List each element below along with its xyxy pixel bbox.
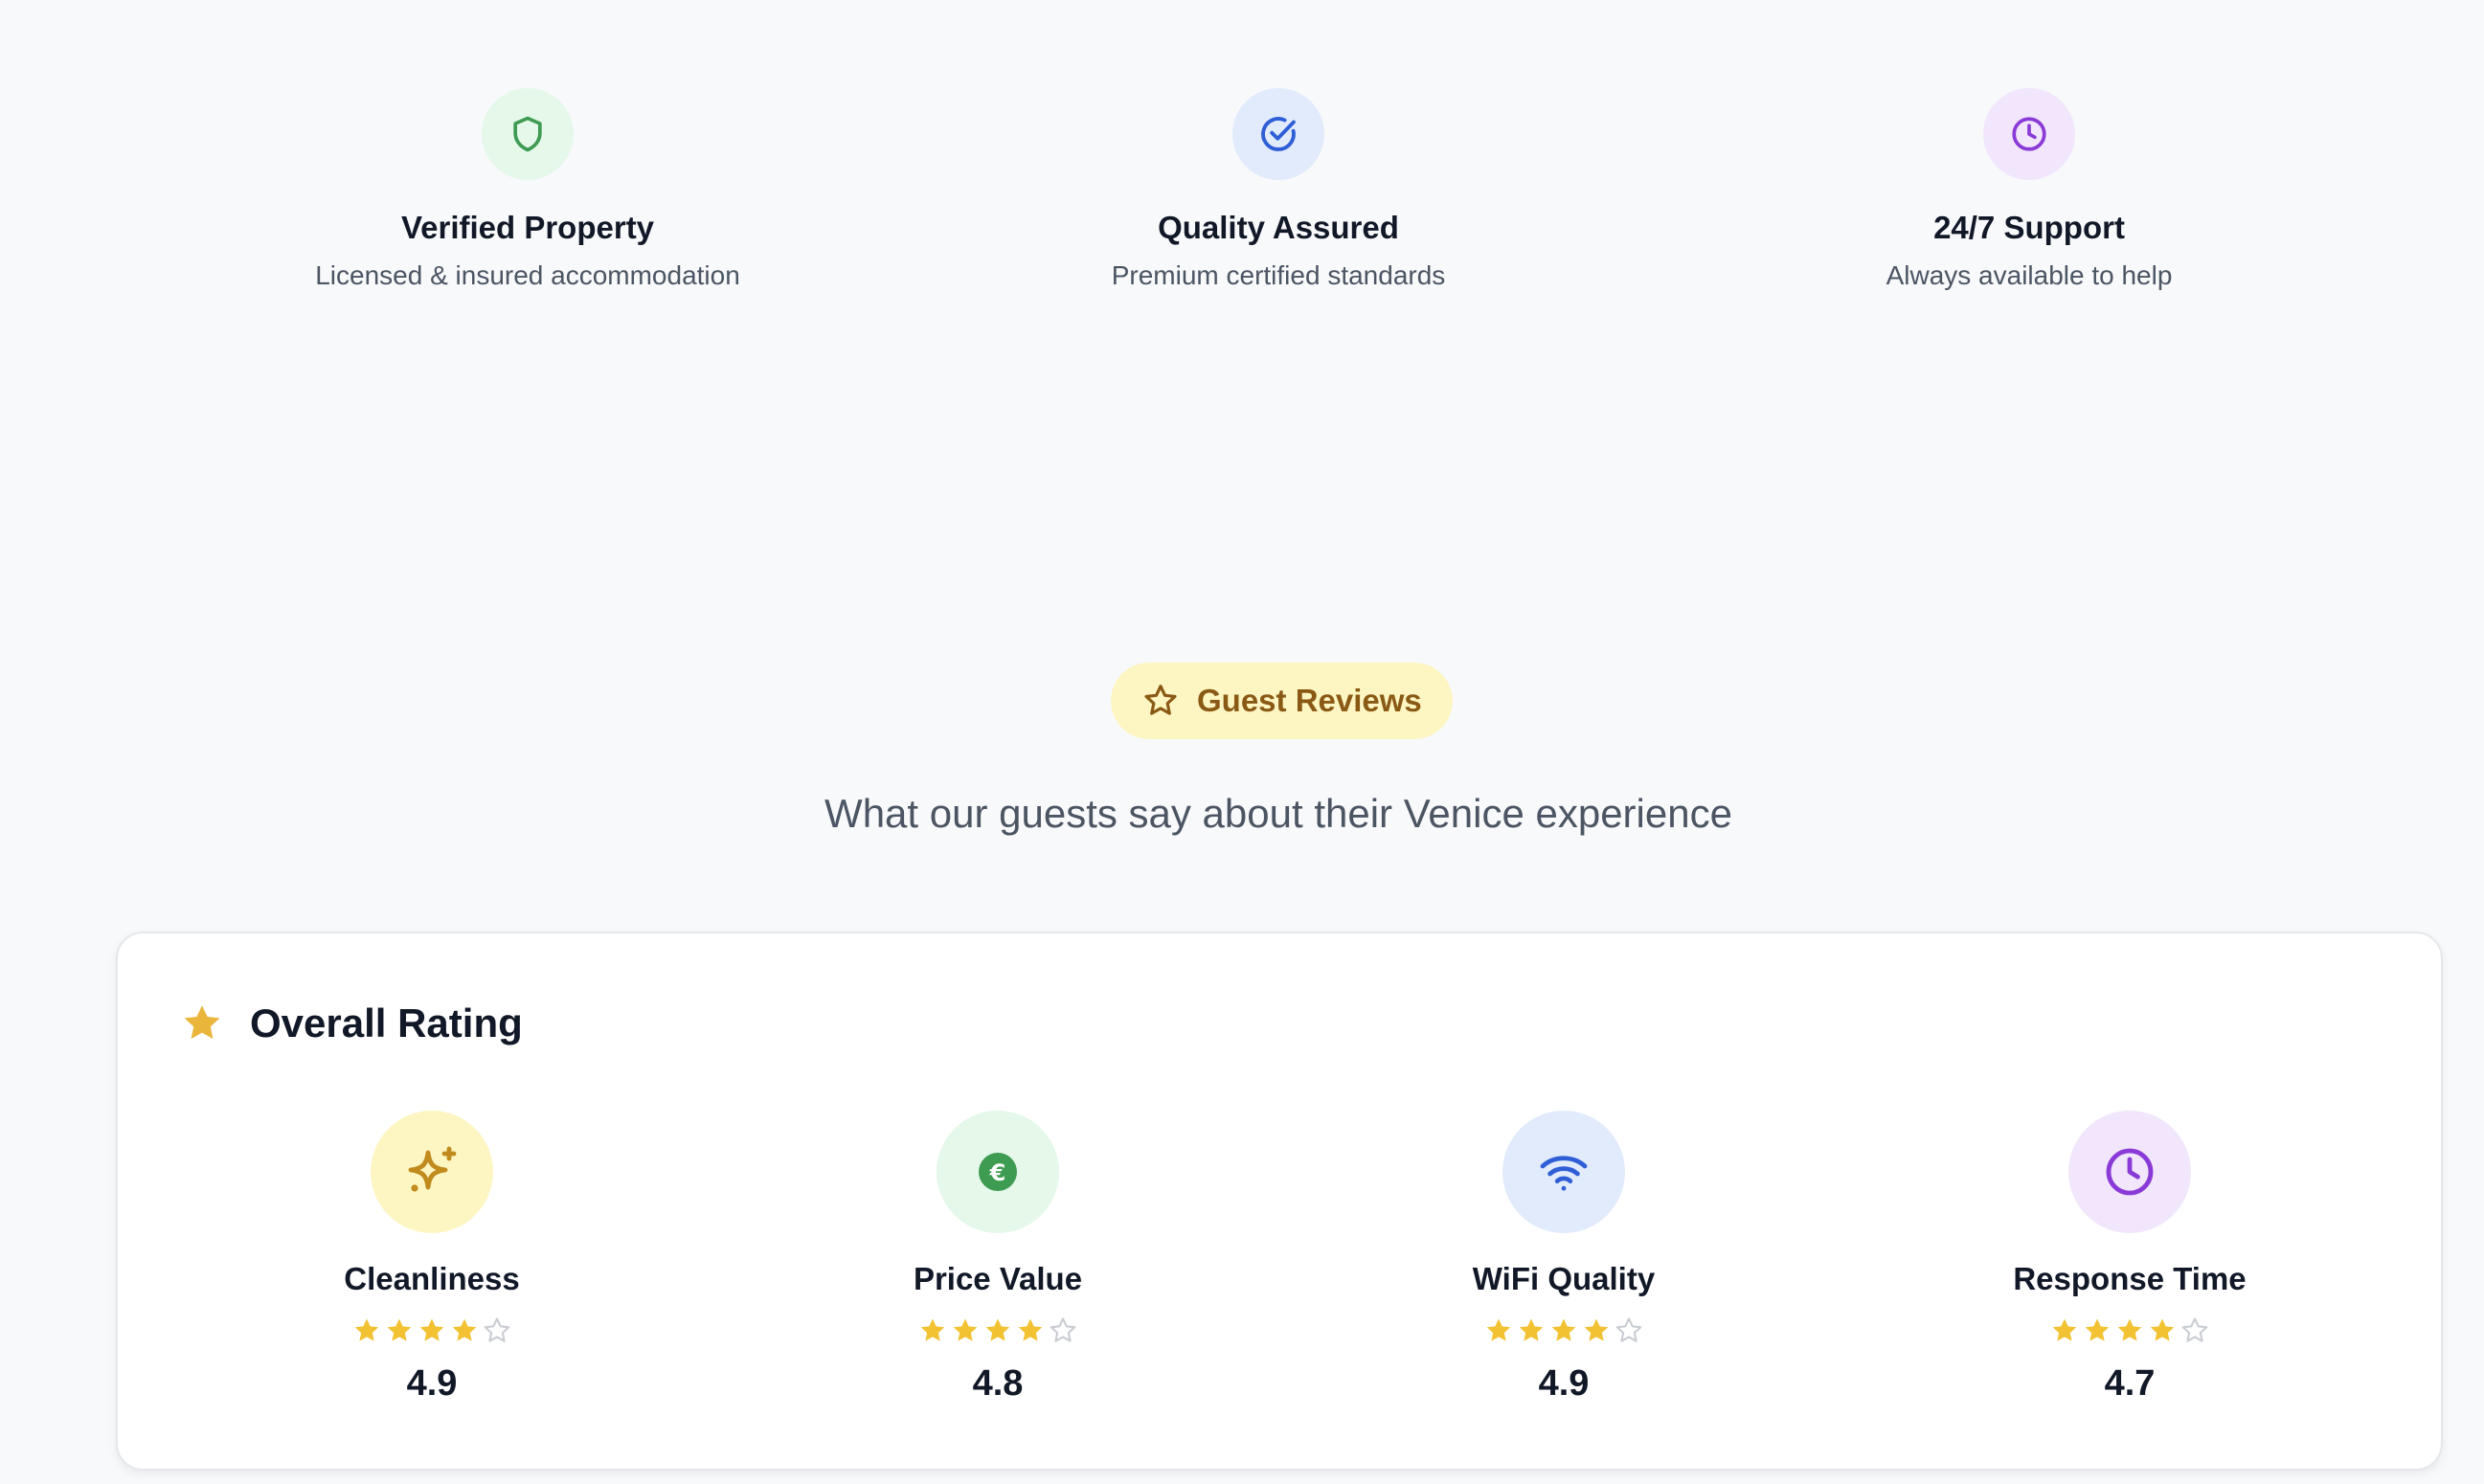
metric-label: Response Time — [2013, 1261, 2247, 1296]
star-rating — [1890, 1315, 2369, 1348]
metric-cleanliness: Cleanliness 4.9 — [192, 1111, 671, 1405]
star-filled-icon — [452, 1318, 477, 1341]
sparkle-icon — [371, 1111, 493, 1233]
star-filled-icon — [354, 1318, 379, 1341]
star-filled-icon — [2150, 1318, 2175, 1341]
star-rating — [758, 1315, 1237, 1348]
shield-icon — [482, 88, 574, 180]
star-filled-icon — [1551, 1318, 1576, 1341]
metric-price-value: € Price Value 4.8 — [758, 1111, 1237, 1405]
guest-reviews-badge: Guest Reviews — [1111, 663, 1453, 739]
feature-support: 24/7 Support Always available to help — [1684, 88, 2374, 293]
star-outline-icon — [1144, 685, 1177, 715]
trust-features: Verified Property Licensed & insured acc… — [0, 88, 2484, 299]
feature-description: Always available to help — [1886, 260, 2173, 290]
metric-response-time: Response Time 4.7 — [1890, 1111, 2369, 1405]
star-filled-icon — [2117, 1318, 2142, 1341]
card-header: Overall Rating — [179, 1001, 523, 1046]
wifi-icon — [1502, 1111, 1625, 1233]
euro-icon: € — [937, 1111, 1059, 1233]
metric-wifi-quality: WiFi Quality 4.9 — [1324, 1111, 1803, 1405]
star-filled-icon — [419, 1318, 444, 1341]
clock-icon — [1983, 88, 2075, 180]
star-filled-icon — [1486, 1318, 1511, 1341]
metric-label: Price Value — [913, 1261, 1083, 1296]
metric-score: 4.9 — [1538, 1363, 1590, 1404]
overall-rating-card: Overall Rating Cleanliness 4.9 € Price V… — [116, 932, 2443, 1471]
star-filled-icon — [1018, 1318, 1043, 1341]
feature-title: Verified Property — [400, 210, 655, 245]
star-filled-icon — [2085, 1318, 2110, 1341]
check-circle-icon — [1232, 88, 1324, 180]
feature-title: Quality Assured — [1158, 210, 1399, 245]
feature-description: Premium certified standards — [1111, 260, 1446, 290]
star-empty-icon — [484, 1317, 510, 1342]
star-filled-icon — [1584, 1318, 1609, 1341]
svg-text:€: € — [989, 1159, 1006, 1186]
metric-score: 4.7 — [2104, 1363, 2156, 1404]
feature-verified-property: Verified Property Licensed & insured acc… — [183, 88, 872, 293]
star-filled-icon — [953, 1318, 978, 1341]
star-filled-icon — [2052, 1318, 2077, 1341]
metric-label: Cleanliness — [344, 1261, 520, 1296]
star-empty-icon — [1050, 1317, 1076, 1342]
metric-score: 4.9 — [406, 1363, 458, 1404]
reviews-subtitle: What our guests say about their Venice e… — [824, 791, 1732, 836]
star-empty-icon — [1615, 1317, 1642, 1342]
star-filled-icon — [1519, 1318, 1544, 1341]
feature-quality-assured: Quality Assured Premium certified standa… — [934, 88, 1623, 293]
star-filled-icon — [920, 1318, 945, 1341]
feature-description: Licensed & insured accommodation — [315, 260, 740, 290]
star-rating — [192, 1315, 671, 1348]
star-rating — [1324, 1315, 1803, 1348]
metric-score: 4.8 — [972, 1363, 1024, 1404]
clock-icon — [2068, 1111, 2191, 1233]
star-icon — [184, 1005, 220, 1039]
feature-title: 24/7 Support — [1933, 210, 2125, 245]
metric-label: WiFi Quality — [1472, 1261, 1656, 1296]
star-filled-icon — [387, 1318, 412, 1341]
star-filled-icon — [985, 1318, 1010, 1341]
card-title: Overall Rating — [250, 1001, 523, 1046]
badge-label: Guest Reviews — [1197, 683, 1422, 718]
star-empty-icon — [2181, 1317, 2208, 1342]
